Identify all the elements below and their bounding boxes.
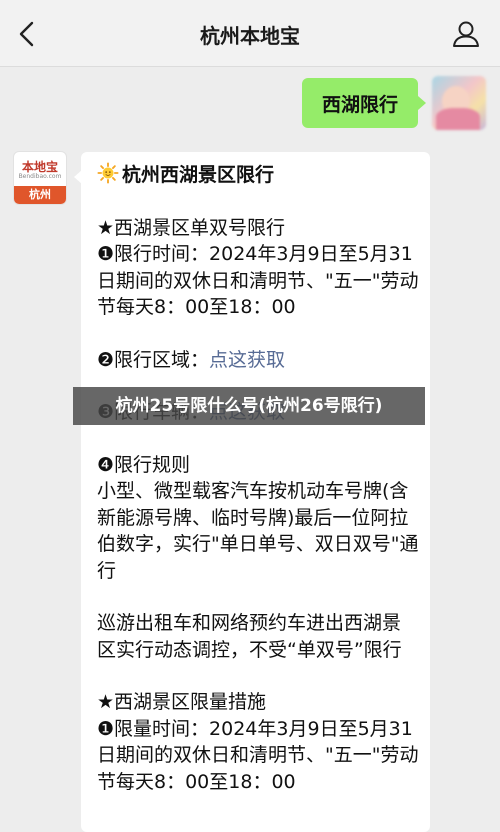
person-icon [453, 21, 479, 47]
bot-logo-city: 杭州 [14, 186, 66, 204]
message-line: ❹限行规则 [97, 453, 191, 476]
message-line: ★西湖景区单双号限行 [97, 216, 286, 239]
bot-avatar[interactable]: 本地宝 Bendibao.com 杭州 [13, 151, 67, 205]
incoming-message-content: 杭州西湖景区限行 ★西湖景区单双号限行 ❶限行时间：2024年3月9日至5月31日… [97, 162, 419, 795]
message-heading-text: 杭州西湖景区限行 [122, 164, 275, 186]
message-line: ❶限行时间：2024年3月9日至5月31日期间的双休日和清明节、"五一"劳动节每… [97, 243, 419, 318]
outgoing-bubble-tail [418, 96, 426, 110]
bot-logo-sub: Bendibao.com [18, 173, 62, 180]
top-bar: 杭州本地宝 [0, 0, 500, 67]
message-line: ★西湖景区限量措施 [97, 691, 267, 713]
message-heading: 杭州西湖景区限行 [97, 162, 419, 189]
article-title-overlay: 杭州25号限什么号(杭州26号限行) [73, 387, 425, 425]
get-info-link[interactable]: 点这获取 [209, 349, 285, 371]
sun-emoji-icon [97, 162, 119, 184]
message-line: ❷限行区域：点这获取 [97, 347, 419, 374]
page-title: 杭州本地宝 [200, 24, 300, 48]
message-line: ❶限量时间：2024年3月9日至5月31日期间的双休日和清明节、"五一"劳动节每… [97, 717, 419, 793]
message-line: 小型、微型载客汽车按机动车号牌(含新能源号牌、临时号牌)最后一位阿拉伯数字，实行… [97, 480, 419, 582]
profile-button[interactable] [450, 18, 482, 50]
outgoing-message-text: 西湖限行 [321, 93, 398, 116]
message-line: 巡游出租车和网络预约车进出西湖景区实行动态调控，不受“单双号”限行 [97, 612, 402, 661]
incoming-message: 杭州西湖景区限行 ★西湖景区单双号限行 ❶限行时间：2024年3月9日至5月31日… [81, 152, 430, 832]
outgoing-message[interactable]: 西湖限行 [302, 78, 418, 128]
message-line-label: ❷限行区域： [97, 348, 210, 371]
user-avatar[interactable] [432, 76, 486, 130]
